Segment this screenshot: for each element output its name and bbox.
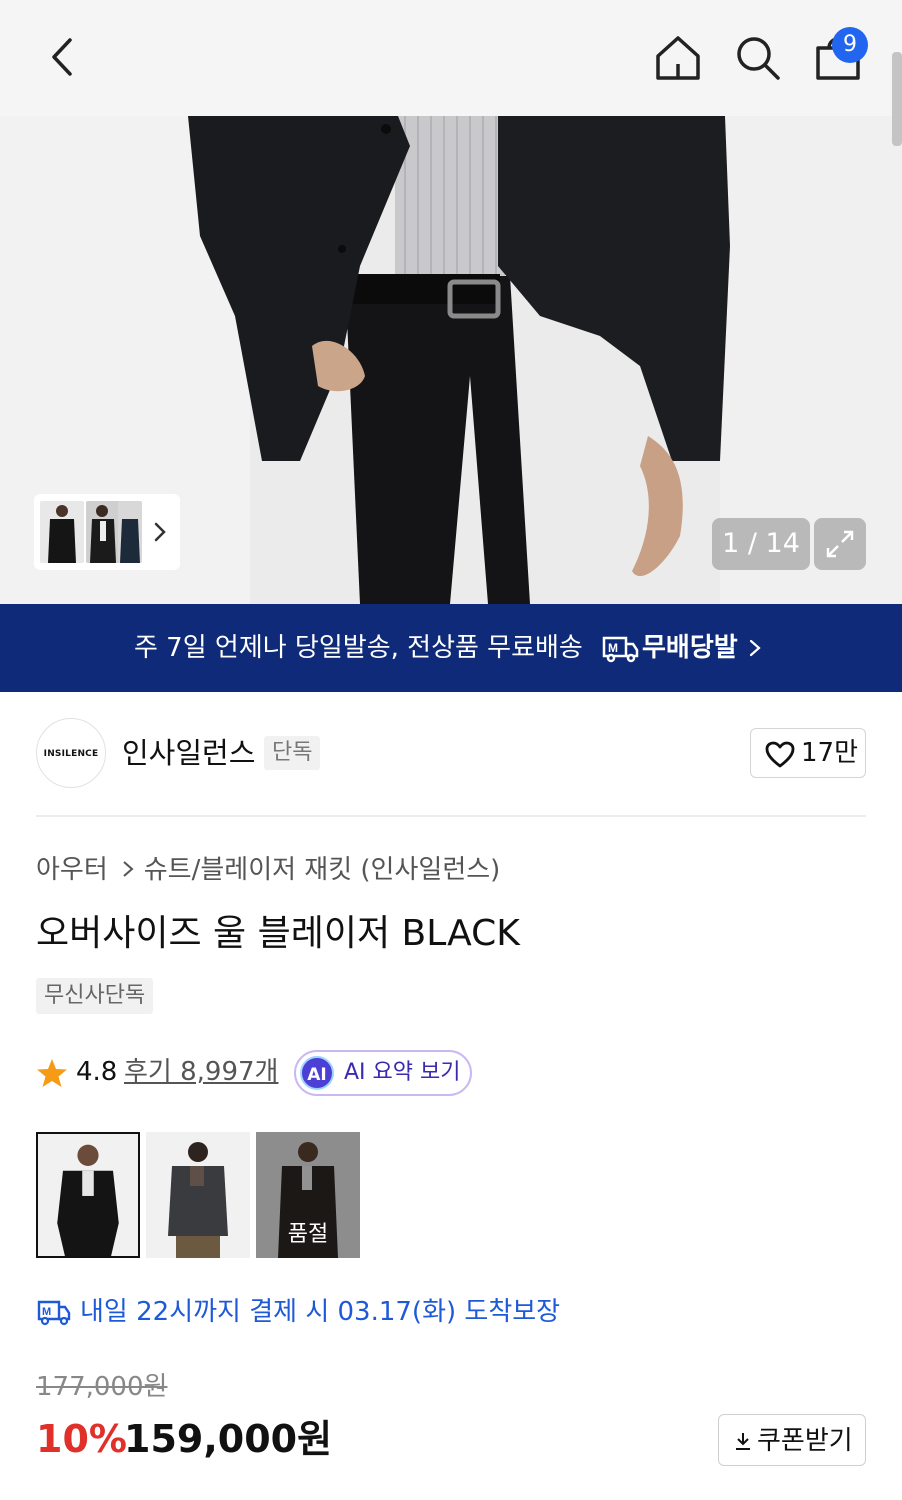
ai-badge-icon: AI: [300, 1056, 334, 1090]
product-image-gallery[interactable]: 1 / 14: [0, 116, 902, 604]
delivery-text: 내일 22시까지 결제 시 03.17(화) 도착보장: [80, 1297, 561, 1327]
breadcrumb-item[interactable]: 슈트/블레이저 재킷 (인사일런스): [144, 855, 501, 885]
gallery-thumbnail[interactable]: [86, 501, 122, 563]
coupon-label: 쿠폰받기: [757, 1426, 853, 1456]
gallery-thumbnail[interactable]: [118, 501, 142, 563]
color-option-brown[interactable]: 품절: [256, 1132, 360, 1258]
svg-text:M: M: [42, 1306, 51, 1318]
home-icon[interactable]: [652, 32, 704, 84]
section-divider: [36, 815, 866, 817]
banner-text: 주 7일 언제나 당일발송, 전상품 무료배송: [134, 633, 583, 663]
expand-icon: [826, 530, 854, 558]
brand-exclusive-tag: 단독: [264, 736, 321, 770]
delivery-truck-icon: M: [602, 636, 639, 663]
color-option-image: [38, 1134, 138, 1256]
brand-name[interactable]: 인사일런스: [122, 734, 255, 772]
breadcrumb: 아우터 슈트/블레이저 재킷 (인사일런스): [36, 852, 500, 888]
brand-like-button[interactable]: 17만: [750, 728, 866, 778]
image-counter: 1 / 14: [712, 518, 810, 570]
reviews-link[interactable]: 후기 8,997개: [124, 1054, 278, 1090]
gallery-thumbnail-strip[interactable]: [34, 494, 180, 570]
chevron-right-icon: [749, 639, 761, 657]
like-count: 17만: [801, 738, 859, 768]
fullscreen-button[interactable]: [814, 518, 866, 570]
chevron-right-icon: [123, 861, 134, 877]
ai-summary-label: AI 요약 보기: [344, 1060, 461, 1085]
color-option-black[interactable]: [36, 1132, 140, 1258]
gallery-thumbnail[interactable]: [40, 501, 84, 563]
original-price: 177,000원: [36, 1372, 168, 1402]
discount-rate: 10%: [36, 1417, 127, 1461]
coupon-button[interactable]: 쿠폰받기: [718, 1414, 866, 1466]
color-option-image: [146, 1132, 250, 1258]
delivery-truck-icon: M: [37, 1300, 71, 1326]
chevron-right-icon[interactable]: [150, 520, 170, 544]
back-arrow-icon[interactable]: [36, 30, 90, 84]
search-icon[interactable]: [732, 32, 784, 84]
top-bar: [0, 0, 902, 116]
page-scrollbar[interactable]: [892, 52, 902, 146]
ai-summary-button[interactable]: AI AI 요약 보기: [294, 1050, 472, 1096]
sale-price: 159,000원: [124, 1417, 333, 1461]
svg-text:M: M: [608, 641, 618, 655]
brand-logo[interactable]: INSILENCE: [36, 718, 106, 788]
product-title: 오버사이즈 울 블레이저 BLACK: [36, 913, 520, 954]
free-shipping-banner[interactable]: 주 7일 언제나 당일발송, 전상품 무료배송 M 무배당발: [0, 604, 902, 692]
breadcrumb-item[interactable]: 아우터: [36, 855, 108, 885]
banner-brand-label: 무배당발: [642, 633, 738, 663]
download-icon: [736, 1433, 750, 1450]
exclusive-tag: 무신사단독: [36, 978, 154, 1014]
star-icon: [37, 1059, 67, 1087]
heart-icon: [765, 741, 795, 768]
color-option-charcoal[interactable]: [146, 1132, 250, 1258]
soldout-label: 품절: [287, 1222, 329, 1247]
cart-count-badge: 9: [832, 27, 868, 63]
rating-row: 4.8 후기 8,997개 AI AI 요약 보기: [36, 1050, 876, 1096]
rating-score: 4.8: [76, 1057, 118, 1087]
